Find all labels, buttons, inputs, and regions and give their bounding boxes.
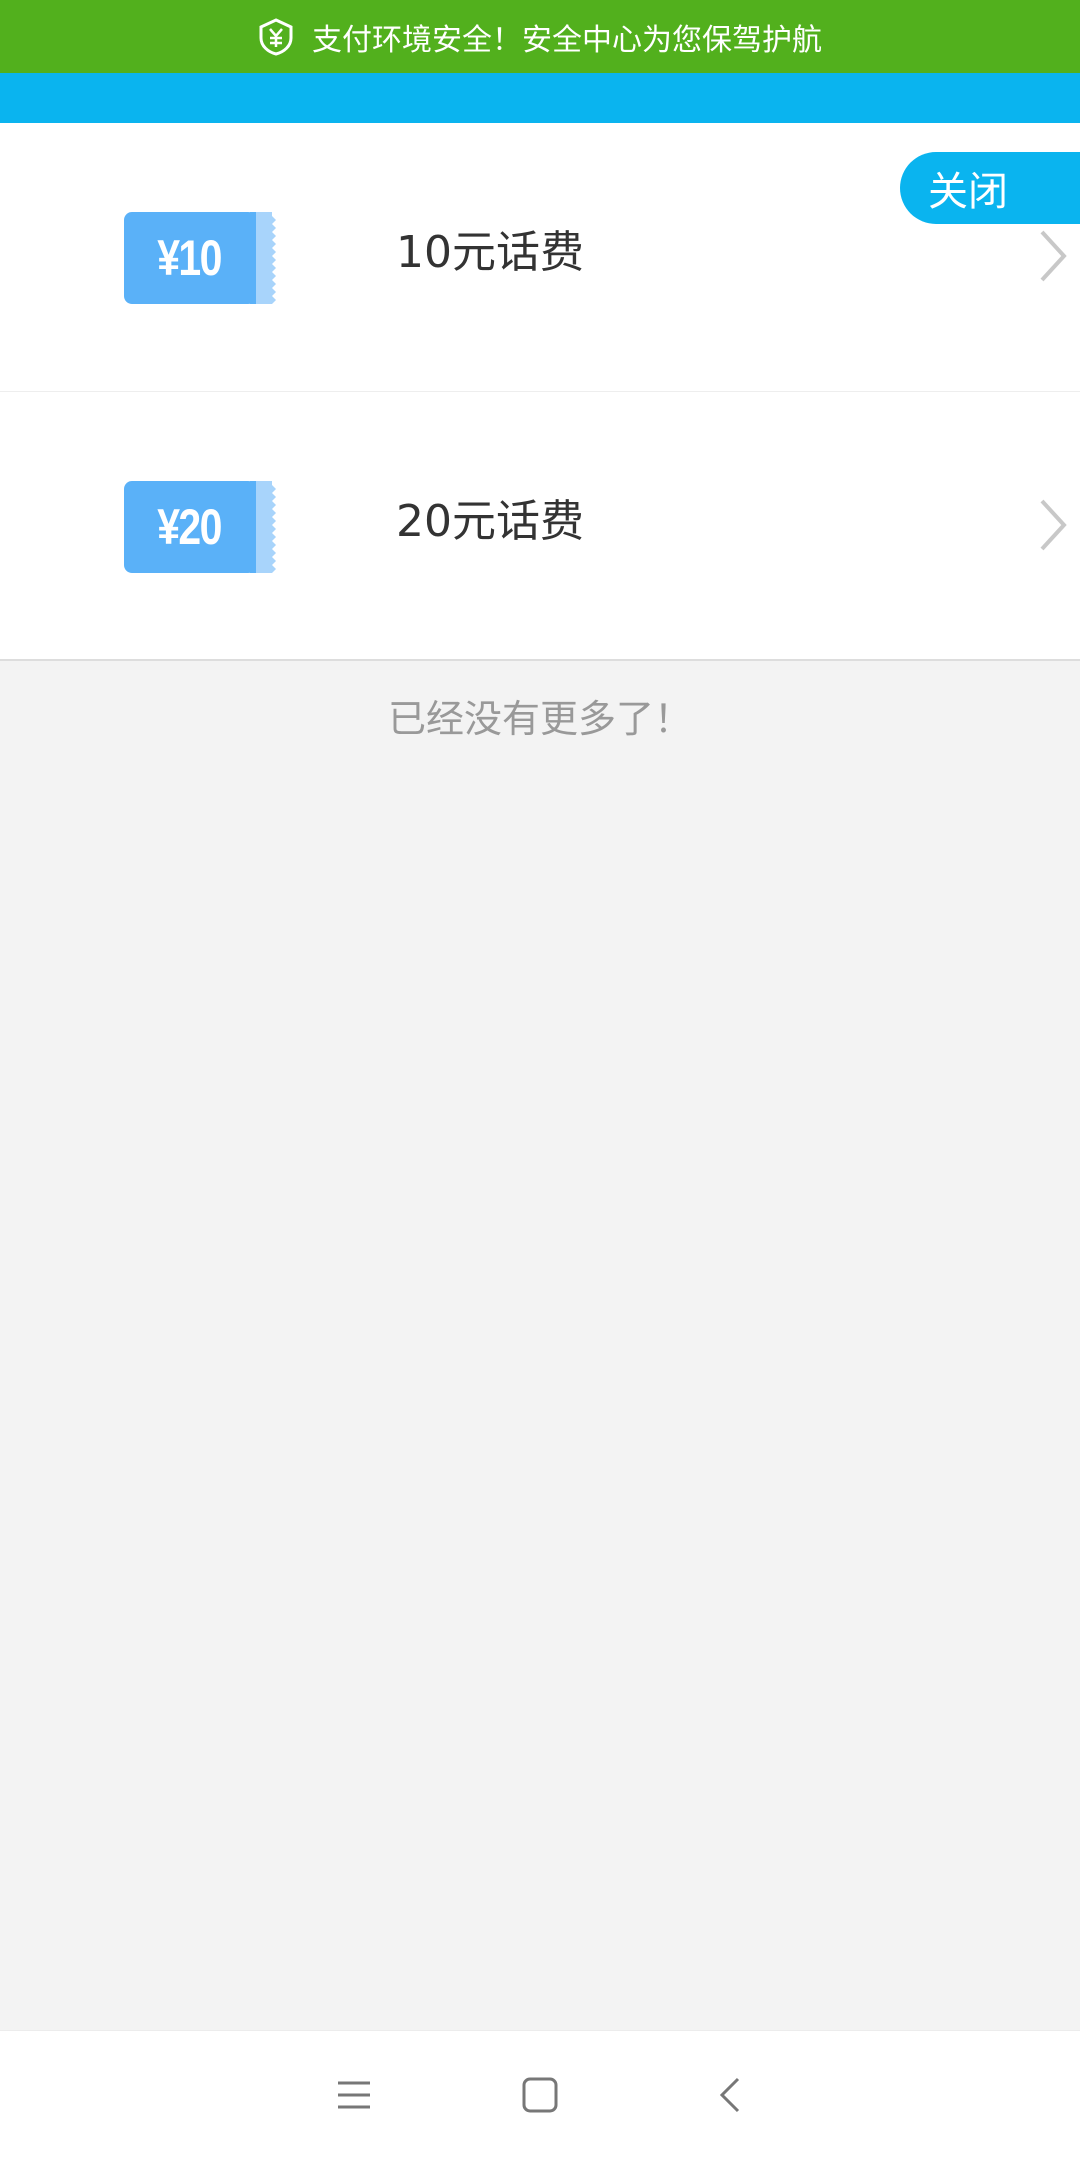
item-title: 20元话费: [396, 496, 584, 547]
security-banner-text: 支付环境安全！安全中心为您保驾护航: [312, 22, 822, 58]
item-title: 10元话费: [396, 227, 584, 278]
home-icon[interactable]: [516, 2071, 564, 2119]
coupon-label: ¥20: [157, 499, 222, 555]
shield-yen-icon: [259, 17, 293, 56]
chevron-right-icon: [1040, 230, 1067, 282]
coupon-icon: ¥20: [124, 481, 278, 573]
system-nav-bar: [0, 2030, 1080, 2160]
no-more-text: 已经没有更多了！: [387, 697, 692, 741]
list-item[interactable]: ¥20 20元话费: [0, 392, 1080, 661]
header-strip: [0, 73, 1080, 123]
coupon-icon: ¥10: [124, 212, 278, 304]
coupon-label: ¥10: [157, 230, 222, 286]
chevron-right-icon: [1040, 499, 1067, 551]
close-button[interactable]: 关闭: [900, 152, 1080, 224]
security-banner: 支付环境安全！安全中心为您保驾护航: [0, 0, 1080, 73]
menu-icon[interactable]: [330, 2071, 378, 2119]
back-icon[interactable]: [708, 2071, 756, 2119]
